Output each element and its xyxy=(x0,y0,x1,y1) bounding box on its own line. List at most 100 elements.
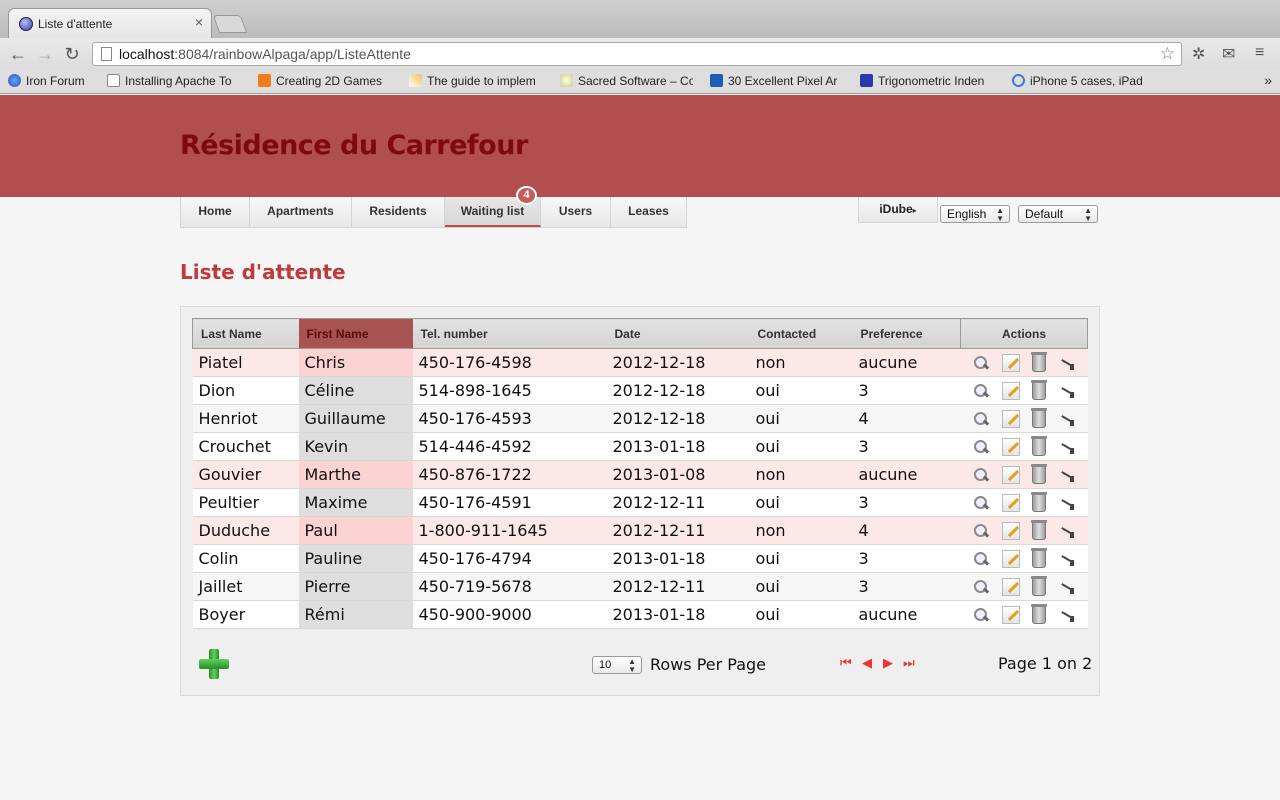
more-icon[interactable] xyxy=(1058,550,1076,568)
view-icon[interactable] xyxy=(972,494,990,512)
table-row[interactable]: Jaillet Pierre 450-719-5678 2012-12-11 oui 3 xyxy=(192,572,1088,601)
table-row[interactable]: Gouvier Marthe 450-876-1722 2013-01-08 non au… xyxy=(192,460,1088,489)
add-entry-button[interactable] xyxy=(198,648,230,680)
page-icon xyxy=(101,47,112,61)
col-first-name[interactable]: First Name xyxy=(298,318,413,349)
bookmark-star-icon[interactable]: ☆ xyxy=(1160,43,1175,65)
delete-icon[interactable] xyxy=(1031,380,1047,401)
view-icon[interactable] xyxy=(972,354,990,372)
cell-preference: 4 xyxy=(852,516,961,545)
nav-leases[interactable]: Leases xyxy=(611,197,686,227)
bookmark-item[interactable]: iPhone 5 cases, iPad xyxy=(1012,74,1145,88)
table-row[interactable]: Colin Pauline 450-176-4794 2013-01-18 oui 3 xyxy=(192,544,1088,573)
table-row[interactable]: Piatel Chris 450-176-4598 2012-12-18 non aucu… xyxy=(192,348,1088,377)
more-icon[interactable] xyxy=(1058,354,1076,372)
delete-icon[interactable] xyxy=(1031,408,1047,429)
col-tel[interactable]: Tel. number xyxy=(412,318,607,349)
view-icon[interactable] xyxy=(972,550,990,568)
theme-select[interactable]: Default ▲ ▼ xyxy=(1018,205,1098,223)
cell-preference: 3 xyxy=(852,572,961,601)
bookmark-item[interactable]: 30 Excellent Pixel Ar xyxy=(710,74,845,88)
bookmark-item[interactable]: The guide to implem xyxy=(409,74,544,88)
edit-icon[interactable] xyxy=(1002,550,1020,569)
browser-tab[interactable]: Liste d'attente × xyxy=(8,8,212,38)
extension-icon[interactable]: ✲ xyxy=(1192,44,1205,64)
first-page-icon[interactable]: ⏮ xyxy=(840,655,852,671)
table-row[interactable]: Duduche Paul 1-800-911-1645 2012-12-11 non 4 xyxy=(192,516,1088,545)
table-row[interactable]: Henriot Guillaume 450-176-4593 2012-12-18 ou… xyxy=(192,404,1088,433)
edit-icon[interactable] xyxy=(1002,410,1020,429)
delete-icon[interactable] xyxy=(1031,548,1047,569)
language-select[interactable]: English ▲ ▼ xyxy=(940,205,1010,223)
nav-users[interactable]: Users xyxy=(541,197,611,227)
bookmark-item[interactable]: Creating 2D Games xyxy=(258,74,393,88)
more-icon[interactable] xyxy=(1058,438,1076,456)
bookmark-item[interactable]: Sacred Software – Co xyxy=(560,74,693,88)
col-date[interactable]: Date xyxy=(606,318,750,349)
nav-apartments[interactable]: Apartments xyxy=(250,197,352,227)
view-icon[interactable] xyxy=(972,382,990,400)
user-menu[interactable]: iDube▸ xyxy=(858,197,938,223)
more-icon[interactable] xyxy=(1058,578,1076,596)
more-icon[interactable] xyxy=(1058,382,1076,400)
view-icon[interactable] xyxy=(972,522,990,540)
col-preference[interactable]: Preference xyxy=(852,318,961,349)
new-tab-button[interactable] xyxy=(212,15,248,33)
more-icon[interactable] xyxy=(1058,410,1076,428)
view-icon[interactable] xyxy=(972,438,990,456)
page-title: Liste d'attente xyxy=(180,260,346,284)
table-row[interactable]: Peultier Maxime 450-176-4591 2012-12-11 oui 3 xyxy=(192,488,1088,517)
bookmarks-overflow-icon[interactable]: » xyxy=(1264,72,1272,88)
gmail-icon[interactable]: ✉ xyxy=(1222,44,1235,64)
view-icon[interactable] xyxy=(972,466,990,484)
delete-icon[interactable] xyxy=(1031,604,1047,625)
nav-residents[interactable]: Residents xyxy=(352,197,445,227)
bookmark-item[interactable]: Iron Forum xyxy=(8,74,103,88)
delete-icon[interactable] xyxy=(1031,492,1047,513)
close-tab-icon[interactable]: × xyxy=(195,14,203,30)
row-actions xyxy=(960,404,1088,433)
address-bar[interactable]: localhost:8084/rainbowAlpaga/app/ListeAt… xyxy=(92,42,1182,66)
delete-icon[interactable] xyxy=(1031,520,1047,541)
edit-icon[interactable] xyxy=(1002,522,1020,541)
more-icon[interactable] xyxy=(1058,606,1076,624)
circle-icon xyxy=(1012,74,1025,87)
last-page-icon[interactable]: ⏭ xyxy=(903,655,915,671)
more-icon[interactable] xyxy=(1058,494,1076,512)
cell-contacted: non xyxy=(749,460,853,489)
more-icon[interactable] xyxy=(1058,466,1076,484)
row-actions xyxy=(960,488,1088,517)
edit-icon[interactable] xyxy=(1002,466,1020,485)
edit-icon[interactable] xyxy=(1002,382,1020,401)
browser-tab-title: Liste d'attente xyxy=(38,17,113,31)
view-icon[interactable] xyxy=(972,410,990,428)
nav-home[interactable]: Home xyxy=(181,197,250,227)
back-button[interactable]: ← xyxy=(6,42,30,66)
rows-per-page-select[interactable]: 10 ▲ ▼ xyxy=(592,656,642,674)
bookmark-item[interactable]: Trigonometric Inden xyxy=(860,74,996,88)
edit-icon[interactable] xyxy=(1002,354,1020,373)
menu-icon[interactable]: ≡ xyxy=(1255,44,1264,62)
prev-page-icon[interactable]: ◀ xyxy=(862,655,872,671)
forward-button[interactable]: → xyxy=(33,42,57,66)
edit-icon[interactable] xyxy=(1002,494,1020,513)
col-contacted[interactable]: Contacted xyxy=(749,318,853,349)
col-last-name[interactable]: Last Name xyxy=(192,318,299,349)
edit-icon[interactable] xyxy=(1002,578,1020,597)
view-icon[interactable] xyxy=(972,606,990,624)
table-row[interactable]: Crouchet Kevin 514-446-4592 2013-01-18 oui 3 xyxy=(192,432,1088,461)
table-row[interactable]: Dion Céline 514-898-1645 2012-12-18 oui 3 xyxy=(192,376,1088,405)
edit-icon[interactable] xyxy=(1002,606,1020,625)
delete-icon[interactable] xyxy=(1031,352,1047,373)
delete-icon[interactable] xyxy=(1031,576,1047,597)
delete-icon[interactable] xyxy=(1031,464,1047,485)
table-row[interactable]: Boyer Rémi 450-900-9000 2013-01-18 oui aucune xyxy=(192,600,1088,629)
bookmark-item[interactable]: Installing Apache To xyxy=(107,74,242,88)
reload-button[interactable]: ↻ xyxy=(60,42,84,66)
cell-contacted: oui xyxy=(749,572,853,601)
edit-icon[interactable] xyxy=(1002,438,1020,457)
delete-icon[interactable] xyxy=(1031,436,1047,457)
more-icon[interactable] xyxy=(1058,522,1076,540)
view-icon[interactable] xyxy=(972,578,990,596)
next-page-icon[interactable]: ▶ xyxy=(883,655,893,671)
